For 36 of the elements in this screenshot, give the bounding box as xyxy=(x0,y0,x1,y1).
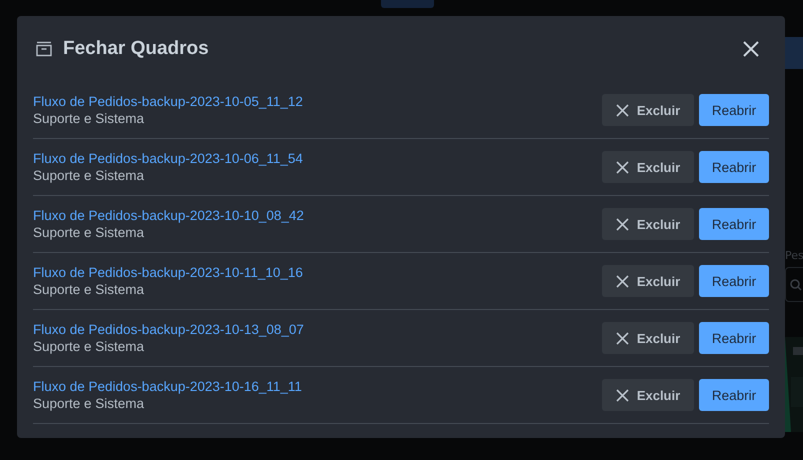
board-link[interactable]: Fluxo de Pedidos-backup-2023-10-05_11_12 xyxy=(33,94,303,109)
delete-button[interactable]: Excluir xyxy=(602,265,694,297)
delete-button[interactable]: Excluir xyxy=(602,151,694,183)
toolbar-button[interactable] xyxy=(381,0,434,8)
team-name: Suporte e Sistema xyxy=(33,396,144,411)
reopen-button[interactable]: Reabrir xyxy=(699,379,769,411)
reopen-button[interactable]: Reabrir xyxy=(699,151,769,183)
close-icon xyxy=(616,388,629,402)
board-link[interactable]: Fluxo de Pedidos-backup-2023-10-16_11_11 xyxy=(33,379,302,394)
team-name: Suporte e Sistema xyxy=(33,225,144,240)
archive-icon xyxy=(35,40,53,58)
delete-button[interactable]: Excluir xyxy=(602,322,694,354)
reopen-button[interactable]: Reabrir xyxy=(699,94,769,126)
dialog-title: Fechar Quadros xyxy=(63,38,210,60)
board-link[interactable]: Fluxo de Pedidos-backup-2023-10-10_08_42 xyxy=(33,208,304,223)
reopen-button[interactable]: Reabrir xyxy=(699,322,769,354)
close-icon xyxy=(616,218,629,230)
search-icon xyxy=(790,278,802,290)
close-icon xyxy=(616,104,629,116)
close-icon xyxy=(616,160,629,174)
delete-button[interactable]: Excluir xyxy=(602,94,694,126)
team-name: Suporte e Sistema xyxy=(33,282,144,297)
field-label: Pes xyxy=(785,249,803,262)
reopen-button[interactable]: Reabrir xyxy=(699,208,769,240)
close-button[interactable] xyxy=(743,41,759,57)
board-link[interactable]: Fluxo de Pedidos-backup-2023-10-06_11_54 xyxy=(33,151,303,166)
delete-button[interactable]: Excluir xyxy=(602,379,694,411)
team-name: Suporte e Sistema xyxy=(33,168,144,183)
delete-button[interactable]: Excluir xyxy=(602,208,694,240)
team-name: Suporte e Sistema xyxy=(33,339,144,354)
reopen-button[interactable]: Reabrir xyxy=(699,265,769,297)
board-link[interactable]: Fluxo de Pedidos-backup-2023-10-13_08_07 xyxy=(33,322,304,337)
board-link[interactable]: Fluxo de Pedidos-backup-2023-10-11_10_16 xyxy=(33,265,303,280)
team-name: Suporte e Sistema xyxy=(33,111,144,126)
close-icon xyxy=(616,274,629,288)
close-icon xyxy=(616,332,629,344)
